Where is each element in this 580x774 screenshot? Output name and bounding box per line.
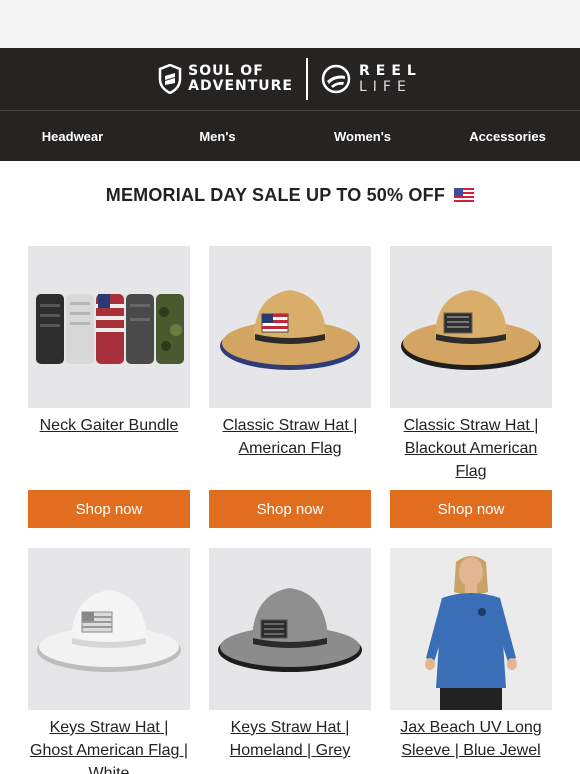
- shop-now-button[interactable]: Shop now: [390, 490, 552, 528]
- product-card[interactable]: Neck Gaiter Bundle: [28, 246, 190, 437]
- product-name[interactable]: Neck Gaiter Bundle: [28, 414, 190, 437]
- product-image-straw-hat-blackout[interactable]: [390, 246, 552, 408]
- product-image-keys-hat-white[interactable]: [28, 548, 190, 710]
- reel-line-2: LIFE: [359, 79, 412, 95]
- soa-line-1: SOUL OF: [188, 63, 264, 79]
- product-card[interactable]: Classic Straw Hat | American Flag: [209, 246, 371, 460]
- nav-headwear[interactable]: Headwear: [0, 111, 145, 161]
- brand-divider: [306, 58, 308, 100]
- product-name[interactable]: Classic Straw Hat | Blackout American Fl…: [390, 414, 552, 483]
- shop-now-button[interactable]: Shop now: [209, 490, 371, 528]
- nav-womens[interactable]: Women's: [290, 111, 435, 161]
- reel-line-1: REEL: [359, 63, 422, 79]
- us-flag-emoji-icon: [454, 188, 475, 202]
- soa-line-2: ADVENTURE: [188, 78, 293, 94]
- reel-circle-icon: [321, 64, 351, 94]
- email-container: SOUL OF ADVENTURE REEL LIFE Headwear Men: [0, 0, 580, 774]
- nav-accessories[interactable]: Accessories: [435, 111, 580, 161]
- reel-life-logo[interactable]: REEL LIFE: [321, 63, 422, 95]
- content-area: MEMORIAL DAY SALE UP TO 50% OFF Neck Gai…: [0, 161, 580, 774]
- shop-now-button[interactable]: Shop now: [28, 490, 190, 528]
- product-card[interactable]: Keys Straw Hat | Ghost American Flag | W…: [28, 548, 190, 774]
- product-card[interactable]: Jax Beach UV Long Sleeve | Blue Jewel: [390, 548, 552, 762]
- brand-lockup[interactable]: SOUL OF ADVENTURE REEL LIFE: [158, 58, 422, 100]
- product-image-neck-gaiters[interactable]: [28, 246, 190, 408]
- nav-mens[interactable]: Men's: [145, 111, 290, 161]
- main-nav: Headwear Men's Women's Accessories: [0, 111, 580, 161]
- shield-icon: [158, 64, 182, 94]
- product-name[interactable]: Classic Straw Hat | American Flag: [209, 414, 371, 460]
- product-image-keys-hat-grey[interactable]: [209, 548, 371, 710]
- product-name[interactable]: Keys Straw Hat | Homeland | Grey: [209, 716, 371, 762]
- product-card[interactable]: Keys Straw Hat | Homeland | Grey: [209, 548, 371, 762]
- soul-of-adventure-logo[interactable]: SOUL OF ADVENTURE: [158, 64, 293, 94]
- product-name[interactable]: Keys Straw Hat | Ghost American Flag | W…: [28, 716, 190, 774]
- top-spacer: [0, 0, 580, 48]
- brand-header: SOUL OF ADVENTURE REEL LIFE: [0, 48, 580, 110]
- product-image-long-sleeve-model[interactable]: [390, 548, 552, 710]
- product-card[interactable]: Classic Straw Hat | Blackout American Fl…: [390, 246, 552, 483]
- promo-text: MEMORIAL DAY SALE UP TO 50% OFF: [105, 185, 446, 205]
- product-image-straw-hat-flag[interactable]: [209, 246, 371, 408]
- product-name[interactable]: Jax Beach UV Long Sleeve | Blue Jewel: [390, 716, 552, 762]
- promo-headline: MEMORIAL DAY SALE UP TO 50% OFF: [0, 185, 580, 206]
